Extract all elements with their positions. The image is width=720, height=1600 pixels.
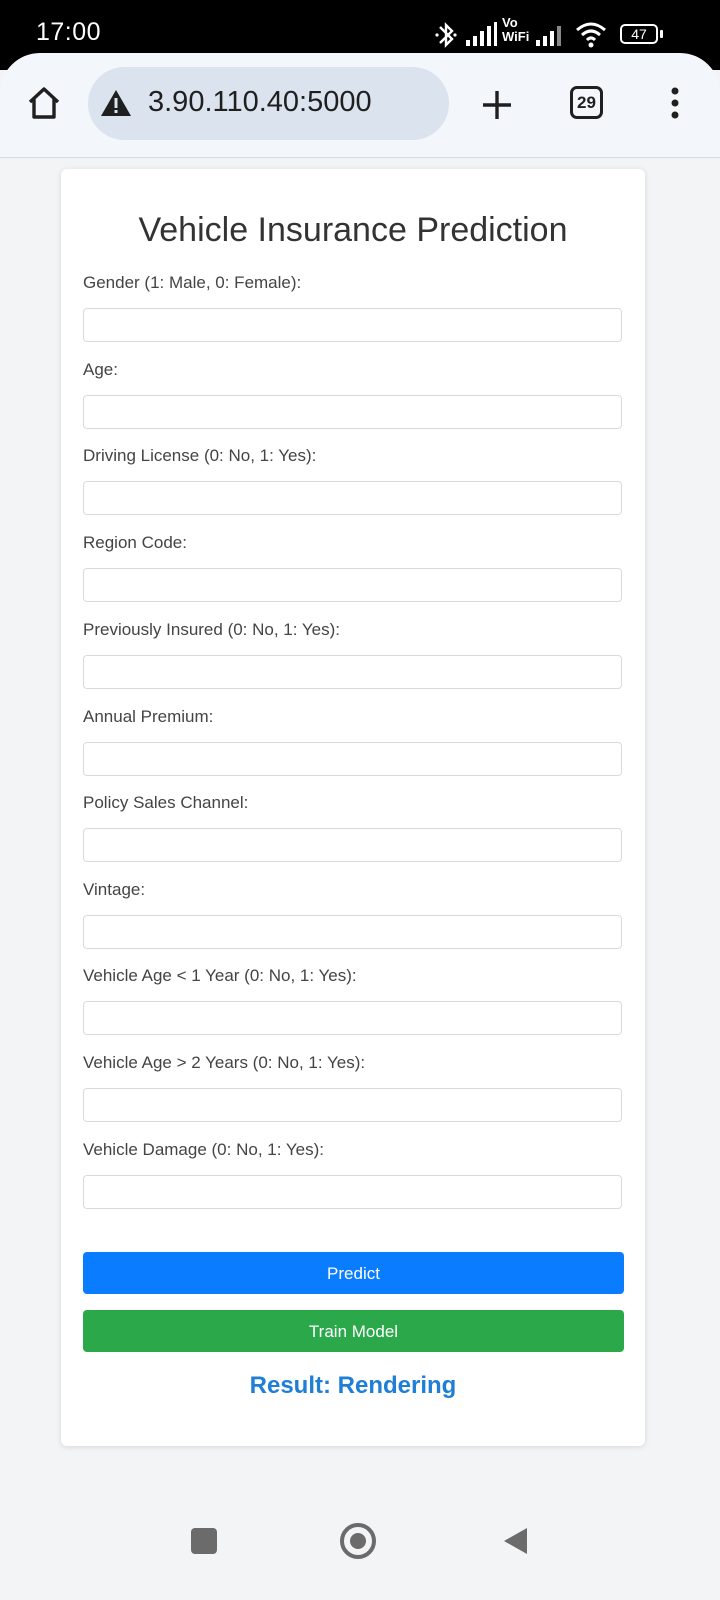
tab-switcher-button[interactable]: 29 (570, 86, 603, 119)
tab-count: 29 (577, 93, 596, 112)
battery-icon: 47 (620, 24, 658, 44)
vintage-label: Vintage: (83, 880, 146, 899)
policy-sales-channel-label: Policy Sales Channel: (83, 793, 249, 812)
previously-insured-label: Previously Insured (0: No, 1: Yes): (83, 620, 341, 639)
gender-label: Gender (1: Male, 0: Female): (83, 273, 302, 292)
warning-icon[interactable] (99, 88, 133, 118)
status-icons: Vo WiFi 47 (434, 16, 674, 52)
battery-tip (660, 30, 663, 38)
new-tab-icon[interactable] (477, 85, 517, 125)
age-label: Age: (83, 360, 118, 379)
back-nav-button[interactable] (501, 1526, 529, 1556)
home-nav-button[interactable] (339, 1522, 377, 1560)
driving-license-label: Driving License (0: No, 1: Yes): (83, 446, 317, 465)
address-bar[interactable]: 3.90.110.40:5000 (88, 67, 449, 140)
vehicle-age-over-2-label: Vehicle Age > 2 Years (0: No, 1: Yes): (83, 1053, 366, 1072)
status-time: 17:00 (36, 18, 102, 46)
battery-level: 47 (631, 26, 647, 42)
vehicle-damage-input[interactable] (83, 1175, 622, 1209)
vowifi-top-label: Vo (502, 15, 518, 30)
result-text: Result: Rendering (249, 1372, 457, 1399)
vehicle-age-over-2-input[interactable] (83, 1088, 622, 1122)
browser-toolbar: 3.90.110.40:5000 29 (0, 53, 720, 158)
vowifi-bottom-label: WiFi (502, 29, 530, 44)
prediction-form-card: Vehicle Insurance Prediction Gender (1: … (61, 169, 645, 1446)
previously-insured-input[interactable] (83, 655, 622, 689)
policy-sales-channel-input[interactable] (83, 828, 622, 862)
bluetooth-icon (435, 22, 457, 48)
home-icon[interactable] (24, 83, 64, 123)
recents-button[interactable] (191, 1528, 217, 1554)
signal-icon-2 (536, 26, 561, 46)
vehicle-damage-label: Vehicle Damage (0: No, 1: Yes): (83, 1140, 324, 1159)
vehicle-age-under-1-input[interactable] (83, 1001, 622, 1035)
age-input[interactable] (83, 395, 622, 429)
train-model-button[interactable]: Train Model (83, 1310, 624, 1352)
gender-input[interactable] (83, 308, 622, 342)
annual-premium-input[interactable] (83, 742, 622, 776)
page-title: Vehicle Insurance Prediction (138, 211, 568, 249)
vehicle-age-under-1-label: Vehicle Age < 1 Year (0: No, 1: Yes): (83, 966, 357, 985)
url-text[interactable]: 3.90.110.40:5000 (148, 86, 372, 119)
vintage-input[interactable] (83, 915, 622, 949)
more-menu-icon[interactable] (665, 85, 685, 125)
region-code-input[interactable] (83, 568, 622, 602)
driving-license-input[interactable] (83, 481, 622, 515)
wifi-icon (576, 22, 606, 48)
vowifi-indicator: Vo WiFi (502, 16, 532, 44)
signal-icon (466, 22, 497, 46)
predict-button[interactable]: Predict (83, 1252, 624, 1294)
system-navigation-bar (0, 1490, 720, 1600)
region-code-label: Region Code: (83, 533, 187, 552)
annual-premium-label: Annual Premium: (83, 707, 214, 726)
